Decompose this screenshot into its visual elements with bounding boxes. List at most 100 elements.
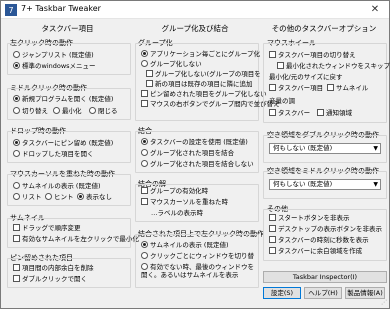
middle-click-close[interactable]: 閉じる <box>89 107 118 116</box>
wheel-minimize-restore-label: 最小化/元のサイズに戻す <box>269 73 343 81</box>
radio-icon <box>89 107 96 114</box>
taskbar-empty-space[interactable]: タスクバーに余白領域を作成 <box>269 247 362 256</box>
pinned-remove-padding[interactable]: 項目間の内部余白を削除 <box>13 264 94 273</box>
uncombine-on-active[interactable]: グループの有効化時 <box>141 187 208 196</box>
radio-icon <box>141 149 148 156</box>
column-header-taskbar-items: タスクバー項目 <box>41 24 94 33</box>
radio-icon <box>53 107 60 114</box>
close-button[interactable]: ✕ <box>361 1 389 18</box>
combined-left-click-cycle[interactable]: クリックごとにウィンドウを切り替 <box>141 252 254 261</box>
empty-double-click-select[interactable]: 何もしない (既定値) ▼ <box>269 143 381 154</box>
combined-left-click-last-window[interactable]: 有効でない時、最後のウィンドウを開く。あるいはサムネイルを表示 <box>141 262 257 283</box>
radio-selected-icon <box>13 62 20 69</box>
settings-button[interactable]: 設定(S) <box>263 287 301 299</box>
combining-taskbar-setting[interactable]: タスクバーの設定を使用 (既定値) <box>141 138 248 147</box>
grouping-no-group-option[interactable]: グループ化しない(グループの項目を <box>146 70 261 79</box>
radio-icon <box>141 60 148 67</box>
radio-icon <box>141 262 148 270</box>
grouping-none[interactable]: グループ化しない <box>141 60 202 69</box>
grouping-right-drag[interactable]: マウスの右ボタンでグループ間内で並び替え <box>141 100 280 109</box>
hide-show-desktop[interactable]: デスクトップの表示ボタンを非表示 <box>269 225 382 234</box>
drop-pin[interactable]: タスクバーにピン留め (既定値) <box>13 139 113 148</box>
wheel-volume-taskbar[interactable]: タスクバー <box>269 109 310 118</box>
wheel-taskbar-item[interactable]: タスクバー項目 <box>269 84 323 93</box>
wheel-volume-notification[interactable]: 通知領域 <box>317 109 352 118</box>
checkbox-icon <box>327 84 334 91</box>
combining-no-combine[interactable]: グループ化された項目を結合しない <box>141 160 254 169</box>
thumbnail-left-click-minimize[interactable]: 有効なサムネイルを左クリックで最小化 <box>13 235 139 244</box>
chevron-down-icon: ▼ <box>373 181 378 188</box>
checkbox-icon <box>13 224 20 231</box>
radio-selected-icon <box>13 95 20 102</box>
checkbox-icon <box>13 264 20 271</box>
title-bar: 7 7+ Taskbar Tweaker ✕ <box>1 1 389 19</box>
grouping-by-app[interactable]: アプリケーション毎ごとにグループ化 <box>141 50 260 59</box>
combining-combine[interactable]: グループ化された項目を結合 <box>141 149 234 158</box>
uncombine-on-hover[interactable]: マウスカーソルを重ねた時 <box>141 198 228 207</box>
hover-hint[interactable]: ヒント <box>45 193 74 202</box>
app-window: 7 7+ Taskbar Tweaker ✕ タスクバー項目 グループ化及び結合… <box>0 0 390 309</box>
wheel-switch-items[interactable]: タスクバー項目の切り替え <box>269 51 356 60</box>
checkbox-icon <box>277 62 284 69</box>
uncombine-label-show[interactable]: …ラベルの表示時 <box>151 209 203 218</box>
radio-selected-icon <box>141 50 148 57</box>
radio-icon <box>141 160 148 167</box>
radio-icon <box>13 107 20 114</box>
thumbnail-drag-reorder[interactable]: ドラッグで順序変更 <box>13 224 81 233</box>
taskbar-inspector-button[interactable]: Taskbar Inspector(I) <box>263 271 387 283</box>
checkbox-icon <box>269 225 276 232</box>
combined-left-click-thumbnail[interactable]: サムネイルの表示 (既定値) <box>141 241 229 250</box>
about-button[interactable]: 製品情報(A) <box>345 287 385 299</box>
checkbox-icon <box>141 100 148 107</box>
hover-list[interactable]: リスト <box>13 193 42 202</box>
middle-click-minimize[interactable]: 最小化 <box>53 107 82 116</box>
checkbox-icon <box>13 275 20 282</box>
hover-thumbnail[interactable]: サムネイルの表示 (既定値) <box>13 182 101 191</box>
radio-icon <box>13 51 20 58</box>
left-click-windows-menu[interactable]: 標準のwindowsメニュー <box>13 62 96 71</box>
checkbox-icon <box>317 109 324 116</box>
grouping-add-next[interactable]: 新の項目は既存の項目に隣に追加 <box>146 80 253 89</box>
checkbox-icon <box>269 84 276 91</box>
checkbox-icon <box>269 109 276 116</box>
grouping-no-pinned[interactable]: ピン留めされた項目をグループ化しない <box>141 90 267 99</box>
checkbox-icon <box>141 198 148 205</box>
show-seconds[interactable]: タスクバーの時刻に秒数を表示 <box>269 236 369 245</box>
wheel-skip-minimized[interactable]: 最小化されたウィンドウをスキップ <box>277 62 390 71</box>
help-button[interactable]: ヘルプ(H) <box>304 287 342 299</box>
checkbox-icon <box>141 90 148 97</box>
wheel-volume-label: 音量の調 <box>269 97 295 105</box>
resize-grip-icon[interactable]: ⋰ <box>381 299 387 306</box>
middle-click-new-program[interactable]: 新規プログラムを開く (既定値) <box>13 95 113 104</box>
app-icon: 7 <box>5 4 17 16</box>
hide-start-button[interactable]: スタートボタンを非表示 <box>269 214 350 223</box>
pinned-double-click-open[interactable]: ダブルクリックで開く <box>13 275 87 284</box>
drop-open[interactable]: ドロップした項目を開く <box>13 150 94 159</box>
radio-icon <box>141 252 148 259</box>
radio-selected-icon <box>77 193 84 200</box>
checkbox-icon <box>269 247 276 254</box>
checkbox-icon <box>141 187 148 194</box>
checkbox-icon <box>146 70 153 77</box>
checkbox-icon <box>146 80 153 87</box>
radio-icon <box>13 193 20 200</box>
radio-icon <box>13 150 20 157</box>
checkbox-icon <box>269 51 276 58</box>
left-click-jumplist[interactable]: ジャンプリスト (既定値) <box>13 51 94 60</box>
checkbox-icon <box>13 235 20 242</box>
empty-middle-click-select[interactable]: 何もしない (既定値) ▼ <box>269 179 381 190</box>
middle-click-switch[interactable]: 切り替え <box>13 107 48 116</box>
radio-icon <box>45 193 52 200</box>
close-icon: ✕ <box>370 4 380 15</box>
radio-selected-icon <box>141 138 148 145</box>
radio-icon <box>13 182 20 189</box>
hover-none[interactable]: 表示なし <box>77 193 112 202</box>
checkbox-icon <box>269 214 276 221</box>
column-header-grouping: グループ化及び結合 <box>161 24 229 33</box>
wheel-thumbnail[interactable]: サムネイル <box>327 84 368 93</box>
checkbox-icon <box>269 236 276 243</box>
column-header-other-options: その他のタスクバーオプション <box>271 24 377 33</box>
radio-selected-icon <box>141 241 148 248</box>
radio-selected-icon <box>13 139 20 146</box>
chevron-down-icon: ▼ <box>373 145 378 152</box>
